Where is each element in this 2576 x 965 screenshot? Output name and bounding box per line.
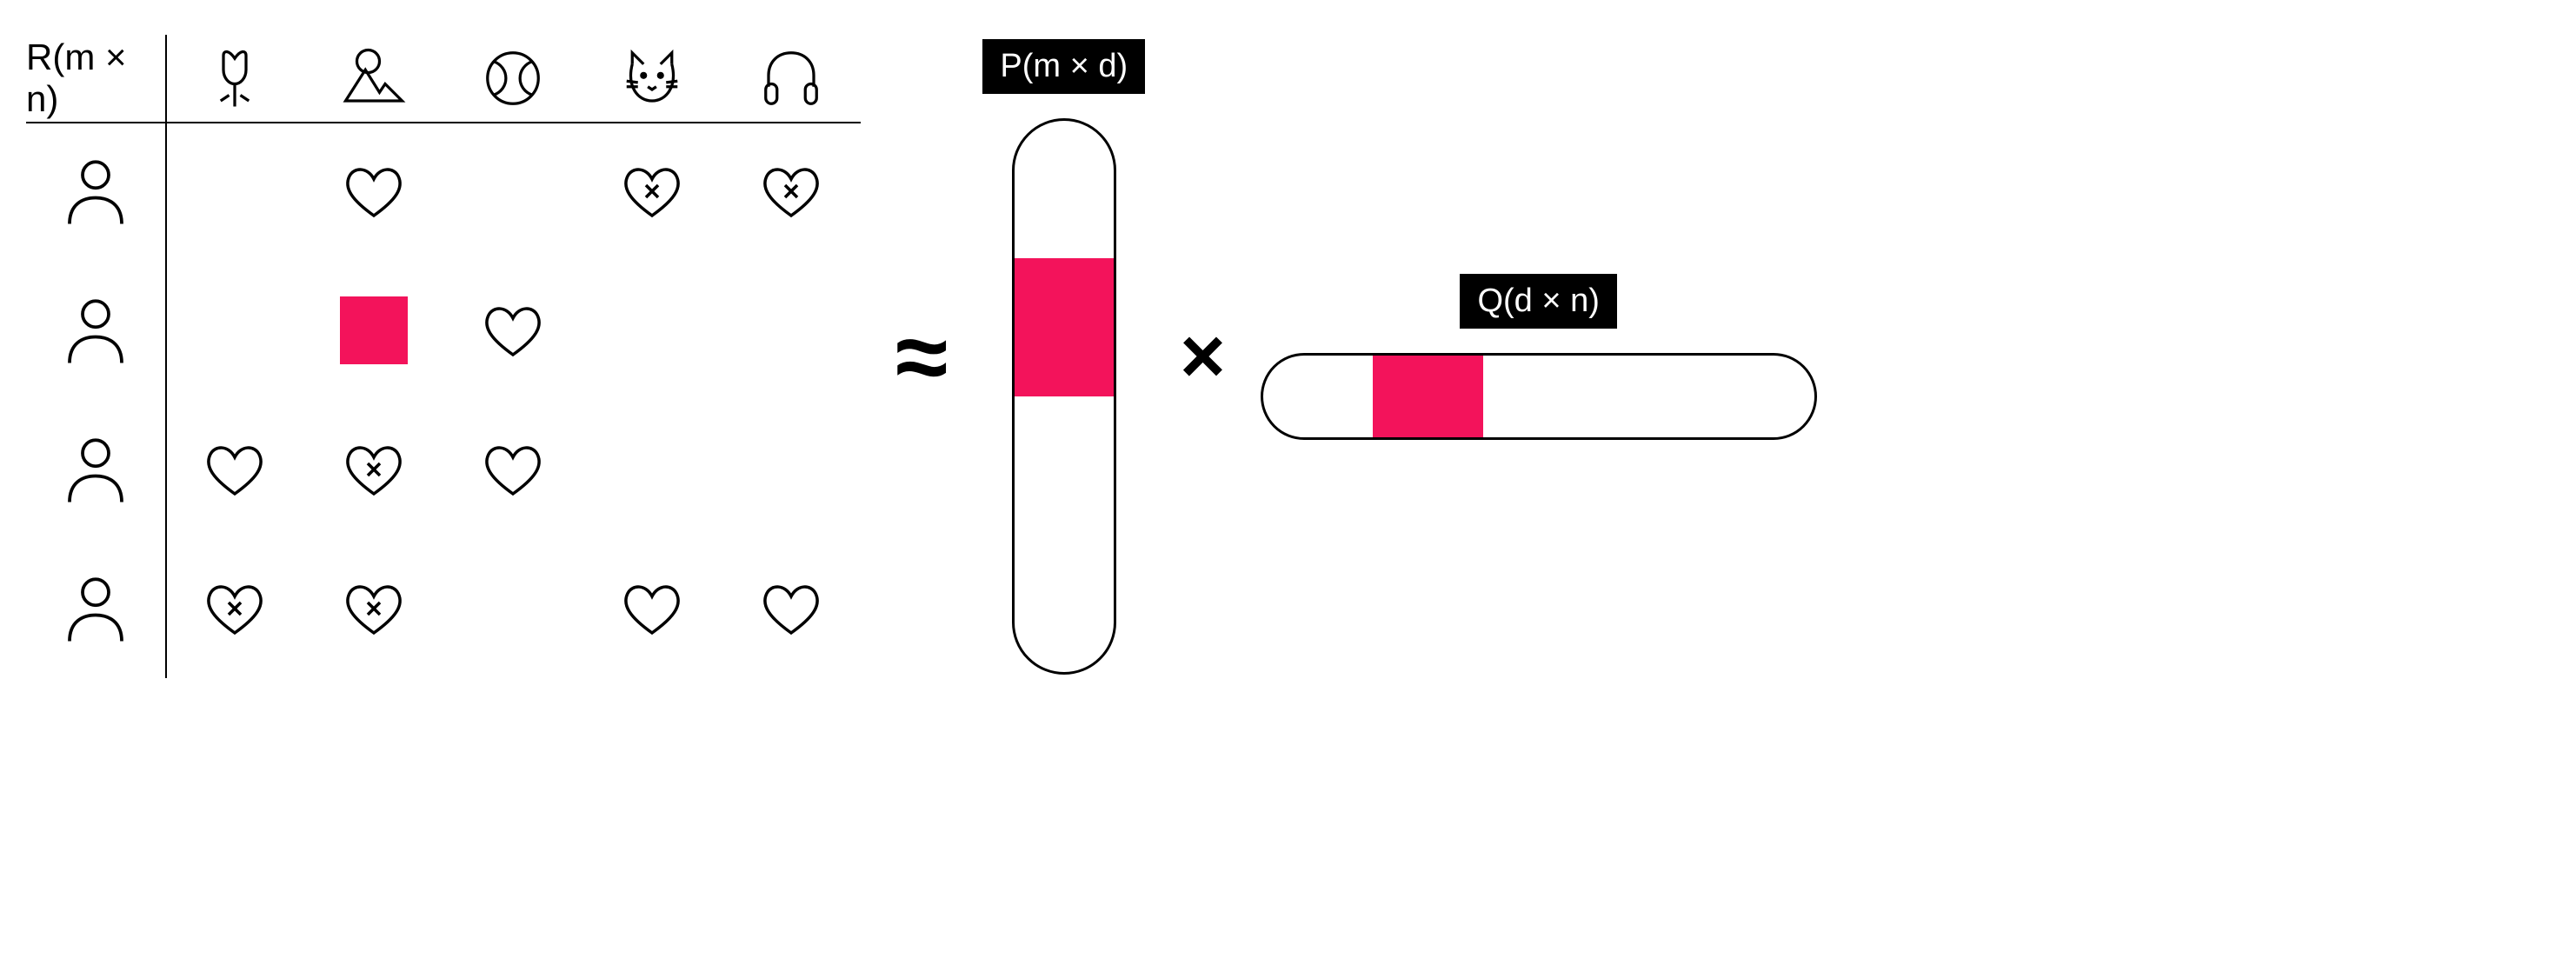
matrix-divider-vertical [165,35,167,678]
tulip-icon [201,44,269,112]
cell-user2-headphones [722,261,861,400]
cell-user4-tulip [165,539,304,678]
heart-icon [337,155,410,228]
cell-user1-ball [443,122,582,261]
heart-icon [616,572,689,645]
matrix-P-pill [1012,118,1116,675]
cell-user2-tulip [165,261,304,400]
cell-user2-cat [582,261,722,400]
cell-user3-cat [582,400,722,539]
matrix-P-highlight [1015,258,1114,396]
person-icon [57,291,135,369]
heart-icon [476,433,549,506]
col-header-ball [443,35,582,122]
heart-icon [198,433,271,506]
cell-user1-tulip [165,122,304,261]
times-symbol: × [1180,312,1226,402]
col-header-headphones [722,35,861,122]
heart-x-icon [616,155,689,228]
Q-label: Q(d × n) [1460,274,1616,329]
heart-x-icon [337,433,410,506]
cell-user3-headphones [722,400,861,539]
approx-symbol: ≈ [895,302,948,412]
row-header-user2 [26,261,165,400]
person-icon [57,430,135,509]
heart-x-icon [337,572,410,645]
heart-x-icon [755,155,828,228]
cell-user1-mountain [304,122,443,261]
matrix-P-column: P(m × d) [982,39,1145,675]
person-icon [57,569,135,648]
person-icon [57,152,135,230]
cell-user3-ball [443,400,582,539]
col-header-mountain [304,35,443,122]
highlight-square [340,296,408,364]
cell-user4-mountain [304,539,443,678]
headphones-icon [757,44,825,112]
col-header-cat [582,35,722,122]
cell-user1-headphones [722,122,861,261]
heart-x-icon [198,572,271,645]
heart-icon [755,572,828,645]
diagram-root: R(m × n) [26,35,2550,678]
cell-user1-cat [582,122,722,261]
cell-user4-ball [443,539,582,678]
matrix-Q-highlight [1373,356,1483,437]
P-label: P(m × d) [982,39,1145,94]
cell-user3-tulip [165,400,304,539]
matrix-R: R(m × n) [26,35,861,678]
row-header-user3 [26,400,165,539]
matrix-Q-column: Q(d × n) [1261,274,1817,440]
matrix-divider-horizontal [26,122,861,123]
cell-user3-mountain [304,400,443,539]
cell-user4-headphones [722,539,861,678]
col-header-tulip [165,35,304,122]
cell-user2-ball [443,261,582,400]
cell-user2-mountain [304,261,443,400]
cat-icon [618,44,686,112]
heart-icon [476,294,549,367]
mountain-icon [340,44,408,112]
matrix-label-R: R(m × n) [26,35,165,122]
R-text: R(m × n) [26,37,165,120]
ball-icon [479,44,547,112]
cell-user4-cat [582,539,722,678]
matrix-Q-pill [1261,353,1817,440]
row-header-user1 [26,122,165,261]
row-header-user4 [26,539,165,678]
